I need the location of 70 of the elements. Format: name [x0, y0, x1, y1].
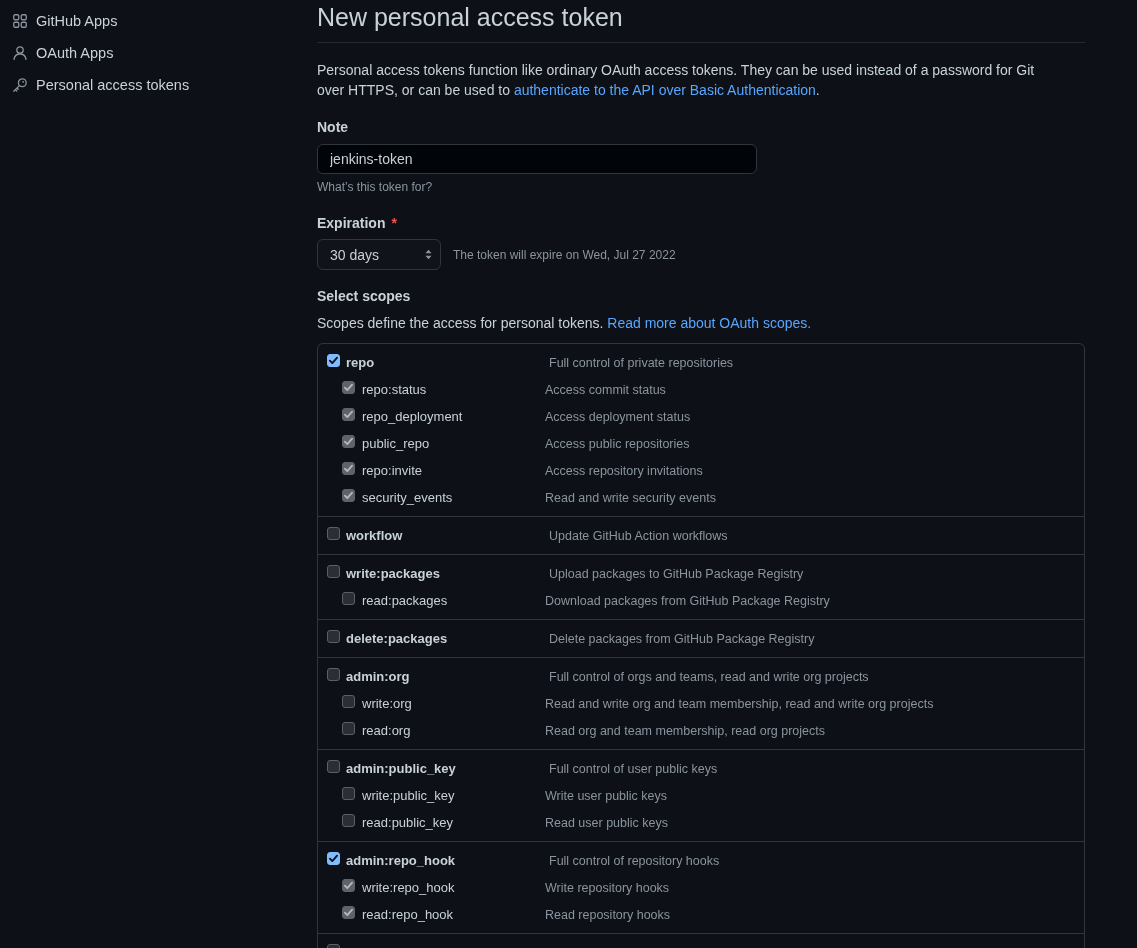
scope-name: repo:status [362, 382, 428, 397]
up-down-caret-icon [425, 249, 432, 260]
expiration-note: The token will expire on Wed, Jul 27 2022 [453, 246, 676, 264]
checkbox[interactable] [342, 592, 355, 605]
scope-description: Read user public keys [545, 815, 668, 830]
checkbox[interactable] [327, 852, 340, 865]
person-icon [13, 46, 27, 60]
scope-description: Read org and team membership, read org projects [545, 723, 825, 738]
scope-name: security_events [362, 490, 454, 505]
scope-name: admin:org [346, 669, 411, 684]
scope-description: Write user public keys [545, 788, 668, 803]
scope-description: Download packages from GitHub Package Registry [545, 593, 830, 608]
scope-name: write:repo_hook [362, 880, 456, 895]
checkbox[interactable] [342, 695, 355, 708]
scope-description: Full control of user public keys [549, 761, 718, 776]
scopes-description: Scopes define the access for personal tokens. Read more about OAuth scopes. [317, 314, 813, 333]
scope-description: Access public repositories [545, 436, 690, 451]
scope-name: admin:public_key [346, 761, 457, 776]
scope-description: Full control of private repositories [549, 355, 734, 370]
checkbox[interactable] [327, 668, 340, 681]
checkbox[interactable] [342, 814, 355, 827]
scope-description: Access repository invitations [545, 463, 703, 478]
scope-name: repo_deployment [362, 409, 464, 424]
scope-name: write:public_key [362, 788, 456, 803]
sidebar-item[interactable]: OAuth Apps [0, 37, 114, 69]
checkbox[interactable] [327, 630, 340, 643]
scope-name: read:repo_hook [362, 907, 455, 922]
note-label: Note [317, 118, 349, 137]
scope-name: workflow [346, 528, 404, 543]
scope-name: read:packages [362, 593, 449, 608]
apps-grid-icon [13, 14, 27, 28]
scope-description: Read and write security events [545, 490, 716, 505]
key-icon [13, 78, 27, 92]
scope-description: Delete packages from GitHub Package Registry [549, 631, 815, 646]
scope-description: Access deployment status [545, 409, 691, 424]
scope-description: Update GitHub Action workflows [549, 528, 728, 543]
sidebar-item[interactable]: GitHub Apps [0, 5, 118, 37]
scope-description: Write repository hooks [545, 880, 670, 895]
checkbox[interactable] [327, 565, 340, 578]
checkbox[interactable] [327, 527, 340, 540]
scope-name: repo:invite [362, 463, 423, 478]
scope-name: delete:packages [346, 631, 449, 646]
scope-name: read:org [362, 723, 412, 738]
scope-description: Full control of orgs and teams, read and write org projects [549, 669, 869, 684]
scope-description: Read and write org and team membership, read and write org projects [545, 696, 934, 711]
checkbox[interactable] [327, 354, 340, 367]
oauth-scopes-link[interactable]: Read more about OAuth scopes. [607, 315, 812, 331]
intro-text: Personal access tokens function like ordinary OAuth access tokens. They can be used instead of a password for Git over HTTPS, or can be used to authenticate to the API over Basic Authentication. [317, 61, 1036, 100]
scope-name: read:public_key [362, 815, 455, 830]
page-title: New personal access token [317, 2, 623, 32]
expiration-label: Expiration [317, 214, 386, 233]
scope-name: write:org [362, 696, 413, 711]
checkbox[interactable] [327, 760, 340, 773]
scope-name: write:packages [346, 566, 441, 581]
expiration-select[interactable]: 30 days [317, 239, 441, 270]
required-mark: * [391, 214, 397, 233]
note-input[interactable]: jenkins-token [317, 144, 757, 174]
scope-description: Read repository hooks [545, 907, 671, 922]
scope-description: Access commit status [545, 382, 666, 397]
checkbox[interactable] [342, 787, 355, 800]
basic-auth-link[interactable]: authenticate to the API over Basic Authentication [513, 82, 816, 98]
checkbox[interactable] [342, 722, 355, 735]
sidebar-item[interactable]: Personal access tokens [0, 69, 190, 101]
scopes-heading: Select scopes [317, 287, 411, 306]
scope-description: Upload packages to GitHub Package Registry [549, 566, 804, 581]
scope-name: repo [346, 355, 376, 370]
scope-name: public_repo [362, 436, 431, 451]
note-hint: What’s this token for? [317, 180, 433, 194]
scope-name: admin:repo_hook [346, 853, 457, 868]
scope-description: Full control of repository hooks [549, 853, 720, 868]
